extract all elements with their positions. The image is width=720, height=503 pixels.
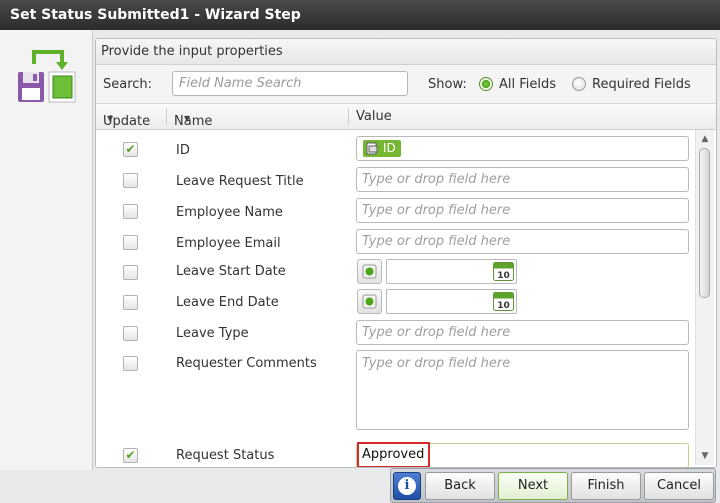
all-fields-radio[interactable]	[479, 77, 493, 91]
scroll-down-icon[interactable]: ▼	[698, 449, 712, 463]
calendar-day: 10	[497, 301, 510, 311]
update-checkbox[interactable]	[123, 204, 138, 219]
id-reference-tag[interactable]: ID	[363, 140, 401, 157]
show-label: Show:	[428, 77, 467, 92]
search-row: Search: Field Name Search Show: All Fiel…	[96, 65, 716, 104]
field-row: ✔ ID ID	[96, 130, 696, 161]
field-name: Employee Name	[176, 205, 283, 220]
update-checkbox[interactable]: ✔	[123, 142, 138, 157]
required-fields-radio[interactable]	[572, 77, 586, 91]
calendar-icon[interactable]: 10	[493, 292, 514, 311]
field-reference-icon	[366, 142, 378, 155]
update-checkbox[interactable]	[123, 326, 138, 341]
field-name: Request Status	[176, 448, 275, 463]
field-row: Requester Comments Type or drop field he…	[96, 342, 696, 440]
all-fields-label[interactable]: All Fields	[499, 77, 556, 92]
update-checkbox[interactable]	[123, 235, 138, 250]
field-row: Leave Start Date 10	[96, 251, 696, 284]
field-row: Employee Name Type or drop field here	[96, 190, 696, 223]
requester-comments-value[interactable]: Type or drop field here	[356, 350, 689, 430]
field-name: Leave Start Date	[176, 264, 286, 279]
update-checkbox[interactable]	[123, 265, 138, 280]
next-button[interactable]: Next	[498, 472, 568, 500]
employee-name-value[interactable]: Type or drop field here	[356, 198, 689, 223]
field-name: Leave Type	[176, 326, 249, 341]
grid-column-header: Update ▼ Name ▼ Value	[96, 104, 716, 130]
save-data-icon	[18, 50, 76, 103]
dropdown-caret-icon: ▼	[184, 114, 191, 123]
window-title: Set Status Submitted1 - Wizard Step	[0, 0, 720, 30]
field-search-input[interactable]: Field Name Search	[172, 71, 408, 96]
field-name: Employee Email	[176, 236, 281, 251]
field-name: Leave End Date	[176, 295, 279, 310]
update-checkbox[interactable]: ✔	[123, 448, 138, 463]
field-row: Leave End Date 10	[96, 281, 696, 314]
update-checkbox[interactable]	[123, 356, 138, 371]
calendar-icon[interactable]: 10	[493, 262, 514, 281]
search-label: Search:	[103, 77, 153, 92]
calendar-day: 10	[497, 271, 510, 281]
update-checkbox[interactable]	[123, 173, 138, 188]
required-fields-label[interactable]: Required Fields	[592, 77, 691, 92]
column-divider	[348, 108, 349, 125]
field-row: Leave Type Type or drop field here	[96, 311, 696, 345]
leave-request-title-value[interactable]: Type or drop field here	[356, 167, 689, 192]
input-properties-panel: Provide the input properties Search: Fie…	[95, 38, 717, 468]
info-icon: i	[398, 477, 416, 495]
column-divider	[166, 108, 167, 125]
update-checkbox[interactable]	[123, 295, 138, 310]
field-name: Leave Request Title	[176, 174, 304, 189]
dropdown-caret-icon: ▼	[107, 114, 114, 123]
id-value-field[interactable]: ID	[356, 136, 689, 161]
approved-value[interactable]: Approved	[357, 442, 430, 467]
field-name: Requester Comments	[176, 356, 317, 371]
field-row: Leave Request Title Type or drop field h…	[96, 160, 696, 192]
panel-header: Provide the input properties	[96, 39, 716, 65]
field-row: Employee Email Type or drop field here	[96, 221, 696, 254]
value-column-header: Value	[356, 109, 392, 124]
cancel-button[interactable]: Cancel	[644, 472, 714, 500]
toggle-icon	[362, 264, 377, 279]
field-row: ✔ Request Status Approved	[96, 440, 696, 467]
finish-button[interactable]: Finish	[571, 472, 641, 500]
scroll-up-icon[interactable]: ▲	[698, 132, 712, 146]
toggle-icon	[362, 294, 377, 309]
wizard-sidebar	[0, 30, 93, 470]
request-status-value[interactable]: Approved	[356, 442, 689, 467]
fields-grid: ✔ ID ID Leave Request Title Type or drop…	[96, 130, 696, 467]
scroll-thumb[interactable]	[699, 148, 710, 298]
id-tag-label: ID	[383, 141, 396, 155]
back-button[interactable]: Back	[425, 472, 495, 500]
info-button[interactable]: i	[393, 472, 421, 500]
grid-scrollbar[interactable]: ▲ ▼	[695, 130, 714, 465]
field-name: ID	[176, 143, 190, 158]
name-column-label: Name	[174, 114, 213, 129]
